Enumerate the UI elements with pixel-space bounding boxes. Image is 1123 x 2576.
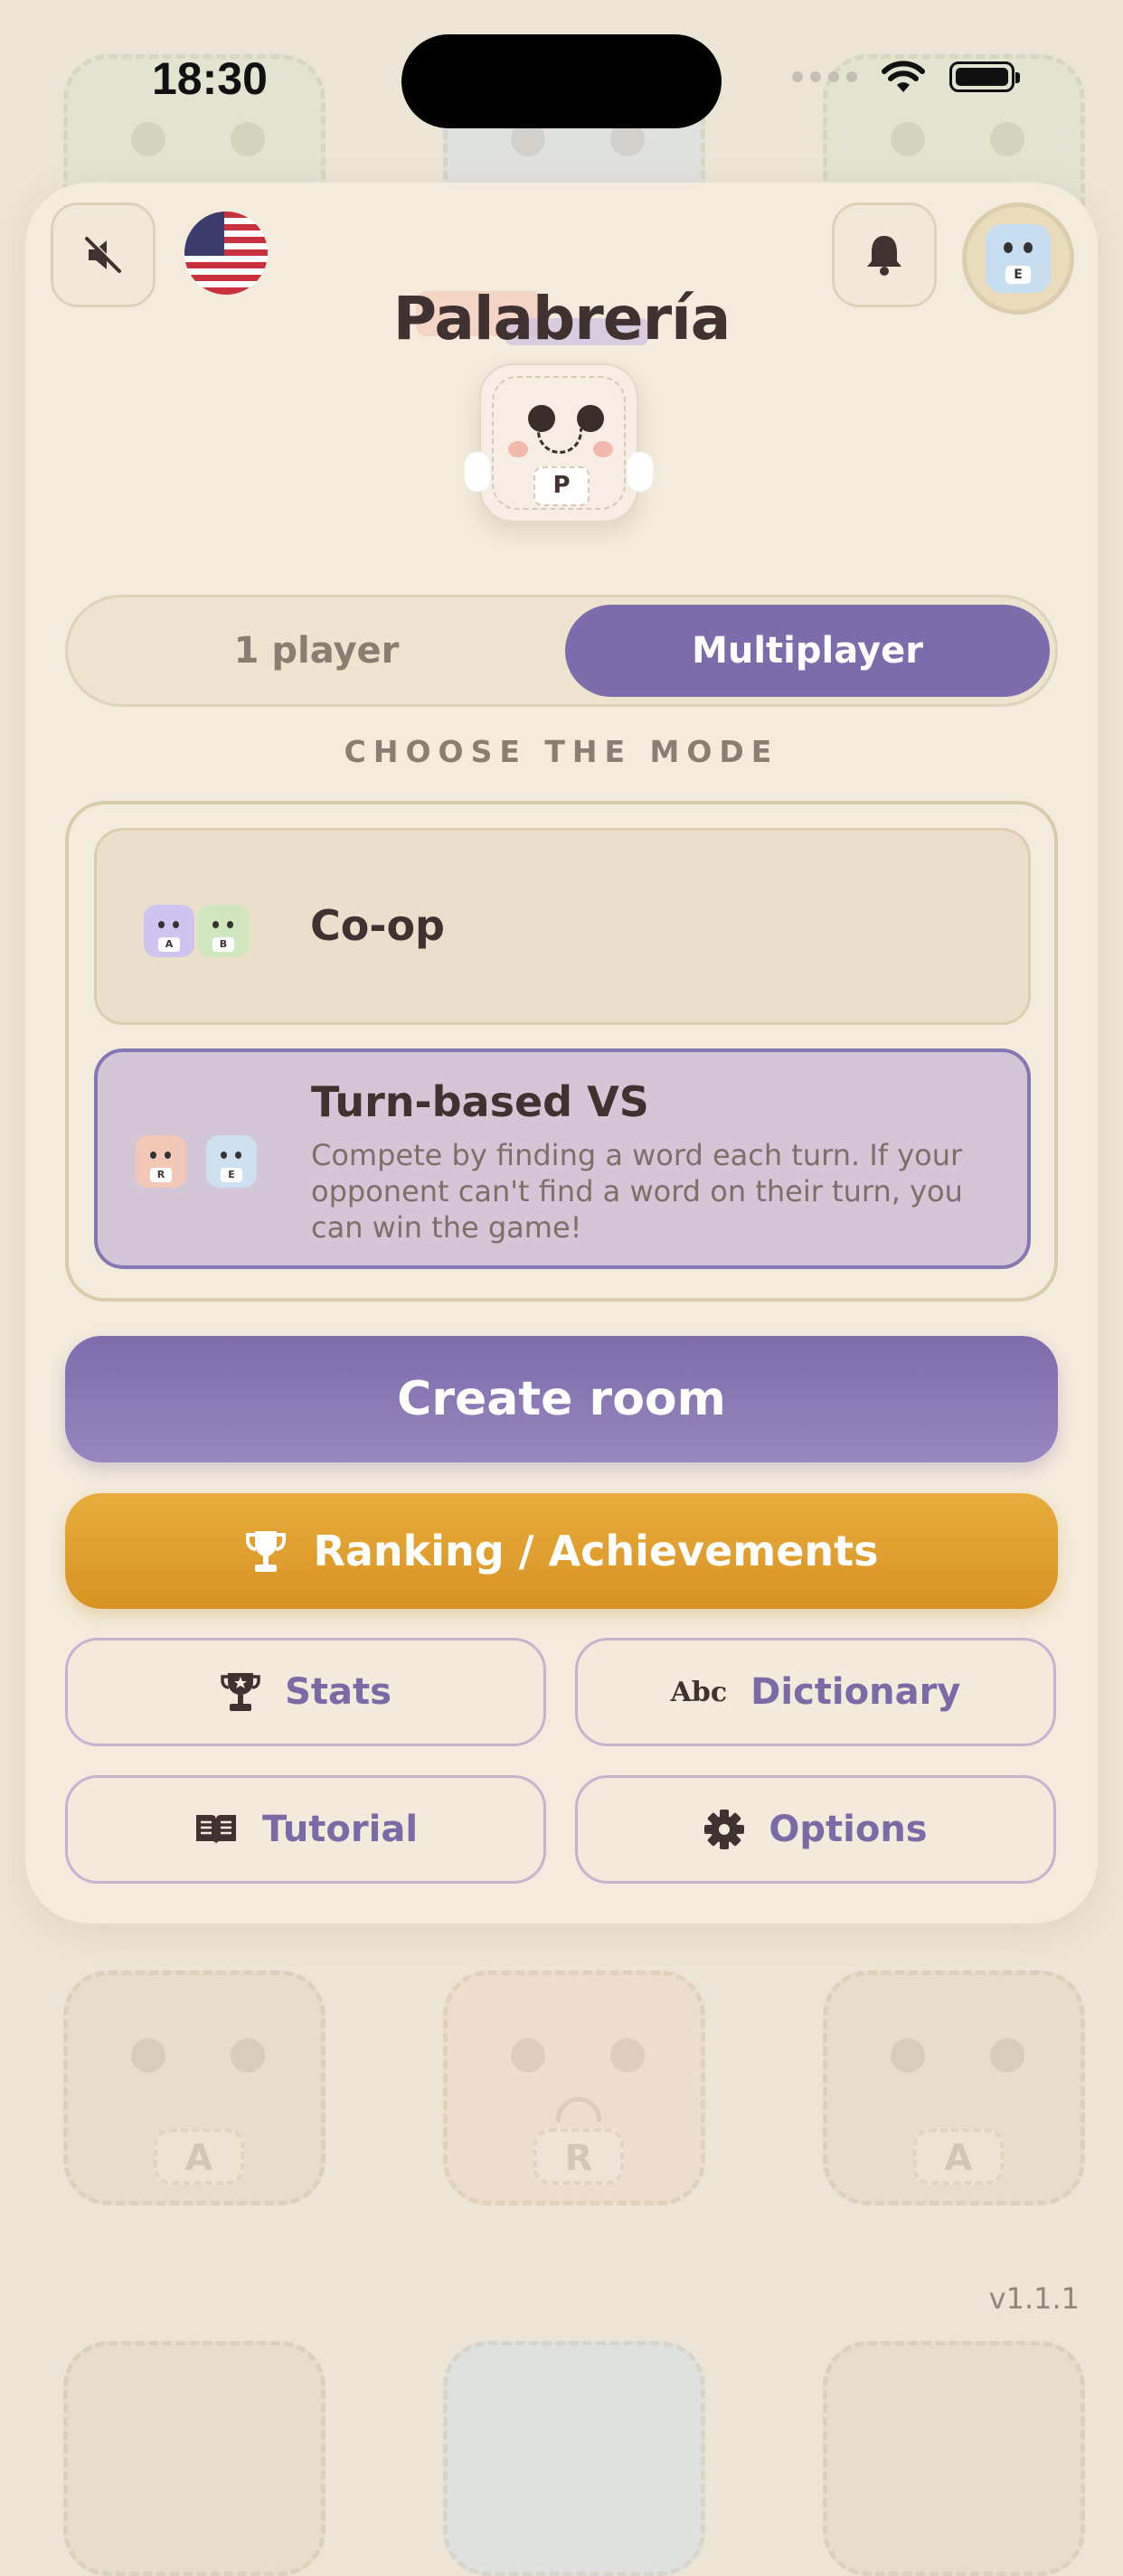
bg-mascot-tile: A <box>63 1970 326 2205</box>
ranking-achievements-button[interactable]: Ranking / Achievements <box>65 1493 1058 1609</box>
tutorial-label: Tutorial <box>261 1809 419 1850</box>
tutorial-button[interactable]: Tutorial <box>65 1775 546 1884</box>
coop-mascot-a: A <box>144 905 194 957</box>
abc-icon: Abc <box>670 1676 728 1708</box>
player-mode-toggle: 1 player Multiplayer <box>65 595 1058 707</box>
multiplayer-tab[interactable]: Multiplayer <box>565 605 1050 697</box>
section-label: CHOOSE THE MODE <box>344 734 779 769</box>
stats-trophy-icon <box>221 1673 260 1711</box>
bg-mascot-tile: A <box>823 1970 1085 2205</box>
mode-title: Co-op <box>310 901 445 950</box>
trophy-icon <box>246 1531 287 1572</box>
avatar-letter: E <box>1005 266 1031 284</box>
one-player-tab[interactable]: 1 player <box>75 605 558 697</box>
mode-list: A B Co-op R E Turn-based VS Compete by f… <box>65 801 1058 1302</box>
vs-mascot-e: E <box>206 1135 257 1188</box>
status-time: 18:30 <box>152 53 268 104</box>
bg-mascot-tile: R <box>443 1970 705 2205</box>
status-bar: 18:30 <box>0 0 1123 172</box>
gear-icon <box>704 1810 745 1849</box>
options-label: Options <box>769 1809 928 1850</box>
avatar: E <box>986 224 1051 293</box>
dictionary-label: Dictionary <box>750 1671 961 1713</box>
coop-mascot-b: B <box>198 905 249 957</box>
book-icon <box>195 1815 236 1845</box>
bg-mascot-tile <box>443 2341 705 2576</box>
mascot-tile: P <box>465 363 653 522</box>
options-button[interactable]: Options <box>575 1775 1056 1884</box>
dictionary-button[interactable]: Abc Dictionary <box>575 1638 1056 1746</box>
stats-label: Stats <box>285 1671 392 1713</box>
main-menu-card: E Palabrería P 1 player Multiplayer CHOO… <box>25 183 1098 1923</box>
mode-description: Compete by finding a word each turn. If … <box>311 1138 963 1245</box>
us-flag-icon <box>184 212 268 295</box>
vs-mascot-r: R <box>136 1135 186 1188</box>
status-icons <box>792 60 1020 94</box>
ranking-label: Ranking / Achievements <box>313 1527 879 1575</box>
mascot-letter: P <box>533 466 590 506</box>
create-room-button[interactable]: Create room <box>65 1336 1058 1462</box>
bg-tile-letter: A <box>154 2129 244 2185</box>
signal-dots-icon <box>792 71 857 82</box>
mode-turn-based-vs-option[interactable]: R E Turn-based VS Compete by finding a w… <box>94 1048 1031 1269</box>
mode-coop-option[interactable]: A B Co-op <box>94 828 1031 1025</box>
bg-mascot-tile <box>823 2341 1085 2576</box>
app-logo-title: Palabrería <box>392 284 731 353</box>
bell-icon <box>867 236 901 276</box>
wifi-icon <box>882 61 925 92</box>
battery-icon <box>949 61 1020 92</box>
muted-speaker-icon <box>85 236 122 273</box>
dynamic-island <box>401 34 722 128</box>
bg-mascot-tile <box>63 2341 326 2576</box>
mode-title: Turn-based VS <box>311 1077 649 1126</box>
bg-tile-letter: A <box>913 2129 1004 2185</box>
stats-button[interactable]: Stats <box>65 1638 546 1746</box>
language-flag-button[interactable] <box>184 212 268 295</box>
bg-tile-letter: R <box>533 2129 624 2185</box>
app-version: v1.1.1 <box>988 2281 1080 2316</box>
